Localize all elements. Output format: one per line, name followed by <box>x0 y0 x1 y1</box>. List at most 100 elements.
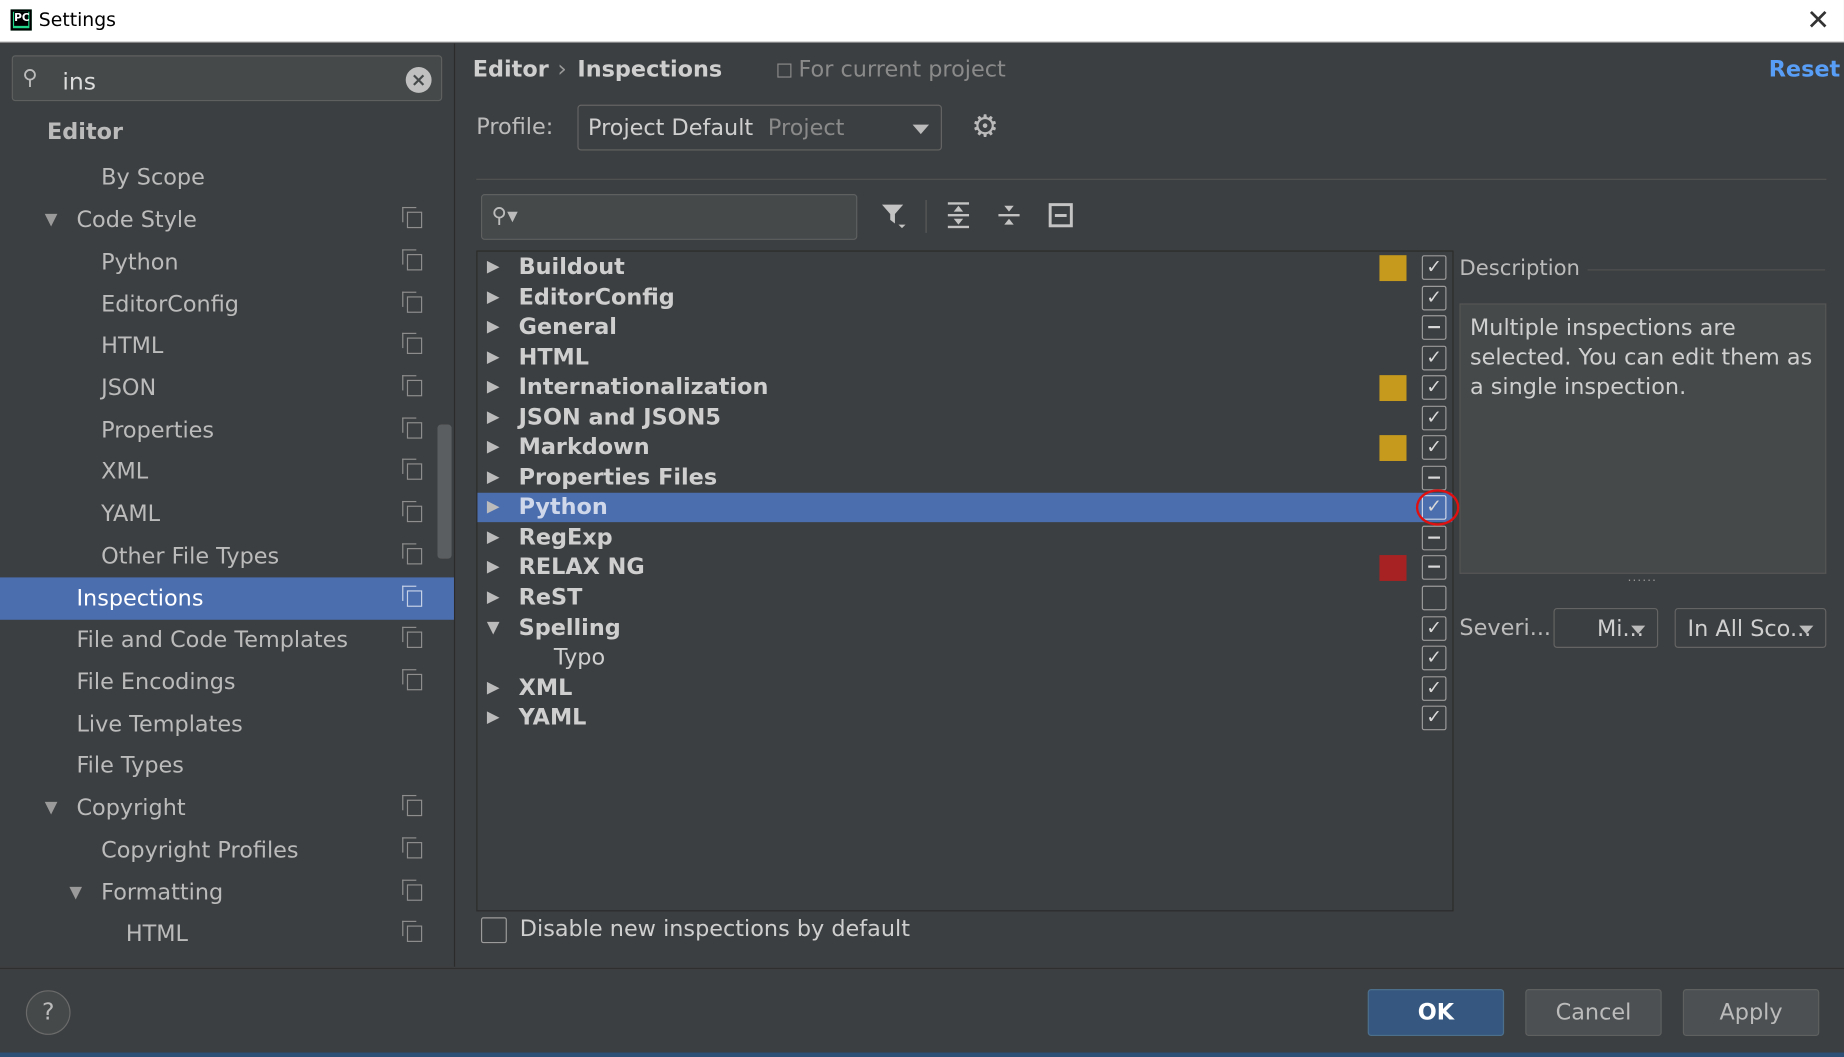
chevron-right-icon[interactable]: ▶ <box>487 433 500 462</box>
inspection-checkbox[interactable]: ✓ <box>1421 255 1447 280</box>
inspection-search-input[interactable]: ⚲▾ <box>480 194 858 240</box>
search-value[interactable]: ins <box>62 67 96 95</box>
inspection-checkbox[interactable]: ✓ <box>1421 705 1447 731</box>
sidebar-item-file-encodings[interactable]: File Encodings <box>0 661 454 703</box>
chevron-right-icon[interactable]: ▶ <box>487 463 500 492</box>
inspection-row-html[interactable]: ▶ HTML ✓ <box>477 343 1452 372</box>
chevron-right-icon[interactable]: ▶ <box>487 523 500 552</box>
inspection-checkbox[interactable]: ✓ <box>1421 285 1447 311</box>
clear-search-icon[interactable]: × <box>405 67 432 93</box>
inspection-checkbox[interactable]: ✓ <box>1421 345 1447 371</box>
chevron-right-icon[interactable]: ▶ <box>487 373 500 402</box>
profile-label: Profile: <box>476 114 554 140</box>
ok-button[interactable]: OK <box>1367 989 1505 1037</box>
inspection-checkbox[interactable]: ✓ <box>1421 435 1447 460</box>
inspection-row-rest[interactable]: ▶ ReST <box>477 583 1452 612</box>
disable-new-inspections-checkbox[interactable] <box>480 917 507 944</box>
sidebar-item-by-scope[interactable]: By Scope <box>0 156 454 198</box>
chevron-right-icon[interactable]: ▶ <box>487 283 500 312</box>
apply-button[interactable]: Apply <box>1682 989 1820 1037</box>
inspection-row-json[interactable]: ▶ JSON and JSON5 ✓ <box>477 403 1452 432</box>
sidebar-item-file-types[interactable]: File Types <box>0 744 454 786</box>
sidebar-item-live-templates[interactable]: Live Templates <box>0 703 454 745</box>
cancel-button[interactable]: Cancel <box>1525 989 1662 1037</box>
inspection-row-xml[interactable]: ▶ XML ✓ <box>477 674 1452 703</box>
sidebar-item-python[interactable]: Python <box>0 241 454 283</box>
sidebar-item-properties[interactable]: Properties <box>0 409 454 451</box>
toolbar-separator <box>925 199 927 233</box>
inspection-row-markdown[interactable]: ▶ Markdown ✓ <box>477 433 1452 462</box>
inspection-checkbox[interactable]: ✓ <box>1421 616 1447 641</box>
sidebar-item-xml[interactable]: XML <box>0 450 454 492</box>
reset-to-default-icon[interactable] <box>1045 200 1076 233</box>
sidebar-item-inspections[interactable]: Inspections <box>0 577 454 620</box>
collapse-all-icon[interactable] <box>994 200 1025 233</box>
chevron-right-icon[interactable]: ▶ <box>487 253 500 282</box>
inspection-checkbox[interactable]: − <box>1421 555 1447 580</box>
chevron-down-icon[interactable]: ▼ <box>45 199 58 241</box>
chevron-down-icon[interactable]: ▼ <box>69 871 82 913</box>
search-icon: ⚲▾ <box>491 203 518 229</box>
filter-icon[interactable] <box>878 200 909 233</box>
inspection-row-editorconfig[interactable]: ▶ EditorConfig ✓ <box>477 283 1452 312</box>
chevron-right-icon[interactable]: ▶ <box>487 493 500 522</box>
chevron-right-icon[interactable]: ▶ <box>487 553 500 582</box>
breadcrumb-editor[interactable]: Editor <box>473 56 549 82</box>
sidebar-item-formatting[interactable]: ▼ Formatting <box>0 871 454 913</box>
resize-grip-icon[interactable]: ······ <box>1628 575 1657 588</box>
inspection-row-general[interactable]: ▶ General − <box>477 313 1452 342</box>
inspection-checkbox[interactable]: − <box>1421 525 1447 551</box>
severity-dropdown[interactable]: Mi... <box>1553 607 1659 648</box>
sidebar-item-other-file-types[interactable]: Other File Types <box>0 535 454 577</box>
sidebar-item-copyright-profiles[interactable]: Copyright Profiles <box>0 829 454 871</box>
profile-dropdown[interactable]: Project Default Project <box>577 104 942 151</box>
sidebar-item-code-style[interactable]: ▼ Code Style <box>0 199 454 241</box>
inspection-row-internationalization[interactable]: ▶ Internationalization ✓ <box>477 373 1452 402</box>
gear-icon[interactable]: ⚙ <box>971 111 998 144</box>
sidebar-item-copyright[interactable]: ▼ Copyright <box>0 787 454 829</box>
inspection-row-typo[interactable]: Typo ✓ <box>477 643 1452 672</box>
inspection-row-regexp[interactable]: ▶ RegExp − <box>477 523 1452 552</box>
sidebar-scrollbar[interactable] <box>437 424 452 559</box>
scope-value: In All Sco... <box>1687 616 1812 643</box>
chevron-down-icon <box>912 124 930 135</box>
reset-link[interactable]: Reset <box>1769 56 1840 82</box>
disable-new-inspections-label[interactable]: Disable new inspections by default <box>520 916 910 942</box>
inspection-row-properties-files[interactable]: ▶ Properties Files − <box>477 463 1452 492</box>
sidebar-item-editor[interactable]: Editor <box>0 111 454 153</box>
sidebar-item-formatting-html[interactable]: HTML <box>0 913 454 955</box>
inspection-checkbox[interactable]: ✓ <box>1421 676 1447 701</box>
chevron-right-icon[interactable]: ▶ <box>487 703 500 732</box>
chevron-right-icon[interactable]: ▶ <box>487 343 500 372</box>
sidebar-item-label: YAML <box>101 500 161 527</box>
inspection-checkbox[interactable]: ✓ <box>1421 405 1447 431</box>
inspection-label: Properties Files <box>518 464 718 491</box>
chevron-down-icon[interactable]: ▼ <box>487 614 500 643</box>
sidebar-item-editorconfig[interactable]: EditorConfig <box>0 283 454 325</box>
inspection-row-relax-ng[interactable]: ▶ RELAX NG − <box>477 553 1452 582</box>
settings-search-input[interactable]: ⚲ ins × <box>11 55 443 102</box>
sidebar-item-json[interactable]: JSON <box>0 367 454 409</box>
close-icon[interactable]: ✕ <box>1806 5 1830 36</box>
chevron-right-icon[interactable]: ▶ <box>487 313 500 342</box>
scope-dropdown[interactable]: In All Sco... <box>1674 607 1827 648</box>
inspection-checkbox[interactable]: − <box>1421 465 1447 491</box>
chevron-right-icon[interactable]: ▶ <box>487 403 500 432</box>
inspection-checkbox[interactable] <box>1421 585 1447 611</box>
chevron-right-icon[interactable]: ▶ <box>487 583 500 612</box>
inspection-row-yaml[interactable]: ▶ YAML ✓ <box>477 703 1452 732</box>
inspection-checkbox[interactable]: − <box>1421 315 1447 340</box>
sidebar-item-html[interactable]: HTML <box>0 325 454 367</box>
sidebar-item-file-and-code-templates[interactable]: File and Code Templates <box>0 619 454 661</box>
inspection-checkbox[interactable]: ✓ <box>1421 645 1447 671</box>
chevron-down-icon[interactable]: ▼ <box>45 787 58 829</box>
help-button[interactable]: ? <box>25 990 71 1035</box>
inspection-row-spelling[interactable]: ▼ Spelling ✓ <box>477 614 1452 643</box>
inspection-row-python[interactable]: ▶ Python ✓ <box>477 492 1453 523</box>
sidebar-item-yaml[interactable]: YAML <box>0 493 454 535</box>
chevron-right-icon[interactable]: ▶ <box>487 674 500 703</box>
inspection-checkbox[interactable]: ✓ <box>1421 375 1447 400</box>
expand-all-icon[interactable] <box>943 200 974 233</box>
inspection-row-buildout[interactable]: ▶ Buildout ✓ <box>477 253 1452 282</box>
sidebar-item-label: By Scope <box>101 164 205 191</box>
